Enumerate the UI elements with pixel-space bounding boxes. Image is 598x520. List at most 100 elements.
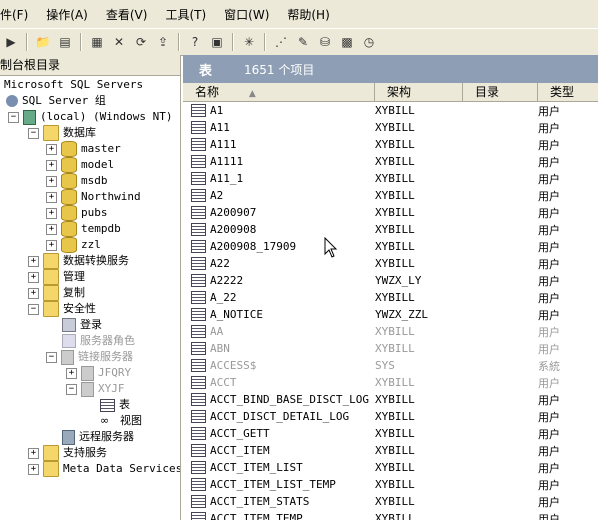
- table-row[interactable]: A200907 XYBILL 用户: [183, 204, 598, 221]
- tree-node-db-master[interactable]: + master: [46, 141, 121, 157]
- table-row[interactable]: A2222 YWZX_LY 用户: [183, 272, 598, 289]
- help-icon[interactable]: ?: [186, 33, 204, 51]
- delete-icon[interactable]: ✕: [110, 33, 128, 51]
- collapse-icon[interactable]: −: [46, 351, 57, 363]
- schema-cell: XYBILL: [375, 478, 415, 491]
- tree-node-db-model[interactable]: + model: [46, 157, 114, 173]
- table-row[interactable]: A111 XYBILL 用户: [183, 136, 598, 153]
- details-title-bar: 表 1651 个项目: [183, 55, 598, 83]
- table-row[interactable]: ACCT_ITEM_STATS XYBILL 用户: [183, 493, 598, 510]
- expand-icon[interactable]: +: [46, 223, 57, 235]
- table-row[interactable]: A11 XYBILL 用户: [183, 119, 598, 136]
- table-row[interactable]: ABN XYBILL 用户: [183, 340, 598, 357]
- server-icon[interactable]: ▩: [338, 33, 356, 51]
- table-row[interactable]: ACCT_DISCT_DETAIL_LOG XYBILL 用户: [183, 408, 598, 425]
- tree-node-db-msdb[interactable]: + msdb: [46, 173, 108, 189]
- menu-file[interactable]: 件(F): [0, 6, 37, 23]
- expand-icon[interactable]: +: [28, 271, 39, 283]
- edit-icon[interactable]: ✎: [294, 33, 312, 51]
- column-header-schema[interactable]: 架构: [375, 83, 463, 101]
- menu-help[interactable]: 帮助(H): [278, 6, 338, 23]
- column-header-name[interactable]: 名称 ▲: [183, 83, 375, 101]
- expand-icon[interactable]: +: [46, 239, 57, 251]
- table-row[interactable]: A200908_17909 XYBILL 用户: [183, 238, 598, 255]
- table-row[interactable]: A_NOTICE YWZX_ZZL 用户: [183, 306, 598, 323]
- tree-node-support-services[interactable]: + 支持服务: [28, 445, 107, 461]
- tree-node-databases[interactable]: − 数据库: [28, 125, 96, 141]
- expand-icon[interactable]: +: [66, 367, 77, 379]
- refresh-icon[interactable]: ⟳: [132, 33, 150, 51]
- table-row[interactable]: ACCT XYBILL 用户: [183, 374, 598, 391]
- tree-node-replication[interactable]: + 复制: [28, 285, 85, 301]
- up-folder-icon[interactable]: 📁: [34, 33, 52, 51]
- table-row[interactable]: ACCT_ITEM_TEMP XYBILL 用户: [183, 510, 598, 520]
- table-row[interactable]: A1 XYBILL 用户: [183, 102, 598, 119]
- table-row[interactable]: A11_1 XYBILL 用户: [183, 170, 598, 187]
- table-row[interactable]: ACCESS$ SYS 系統: [183, 357, 598, 374]
- tree-node-label: 数据库: [63, 126, 96, 139]
- table-row[interactable]: A2 XYBILL 用户: [183, 187, 598, 204]
- tree-node-local-server[interactable]: − (local) (Windows NT): [8, 109, 172, 125]
- table-row[interactable]: ACCT_ITEM XYBILL 用户: [183, 442, 598, 459]
- back-arrow-icon[interactable]: ▶: [2, 33, 20, 51]
- expand-icon[interactable]: +: [28, 463, 39, 475]
- tree-node-db-tempdb[interactable]: + tempdb: [46, 221, 121, 237]
- tree-node-linked-servers[interactable]: − 链接服务器: [46, 349, 133, 365]
- menu-tools[interactable]: 工具(T): [156, 6, 215, 23]
- expand-icon[interactable]: +: [28, 447, 39, 459]
- tree-node-xyjf[interactable]: − XYJF: [66, 381, 125, 397]
- new-icon[interactable]: ✳: [240, 33, 258, 51]
- tree-node-logins[interactable]: 登录: [62, 317, 102, 333]
- expand-icon[interactable]: +: [46, 143, 57, 155]
- schema-cell: XYBILL: [375, 121, 415, 134]
- properties-icon[interactable]: ▦: [88, 33, 106, 51]
- menu-view[interactable]: 查看(V): [97, 6, 157, 23]
- column-header-type[interactable]: 类型: [538, 83, 598, 101]
- table-name-cell: ACCT_ITEM_LIST: [183, 461, 375, 474]
- tree-node-sql-servers[interactable]: Microsoft SQL Servers: [4, 77, 143, 93]
- expand-icon[interactable]: +: [28, 255, 39, 267]
- table-row[interactable]: A1111 XYBILL 用户: [183, 153, 598, 170]
- table-row[interactable]: ACCT_BIND_BASE_DISCT_LOG XYBILL 用户: [183, 391, 598, 408]
- table-row[interactable]: A_22 XYBILL 用户: [183, 289, 598, 306]
- database-icon[interactable]: ⛁: [316, 33, 334, 51]
- tree-node-meta-data-services[interactable]: + Meta Data Services: [28, 461, 180, 477]
- tree-node-tables[interactable]: 表: [100, 397, 130, 413]
- column-header-catalog[interactable]: 目录: [463, 83, 538, 101]
- expand-icon[interactable]: +: [46, 175, 57, 187]
- collapse-icon[interactable]: −: [8, 111, 19, 123]
- table-row[interactable]: AA XYBILL 用户: [183, 323, 598, 340]
- table-row[interactable]: ACCT_ITEM_LIST XYBILL 用户: [183, 459, 598, 476]
- table-row[interactable]: A200908 XYBILL 用户: [183, 221, 598, 238]
- tree-node-views[interactable]: ∞ 视图: [100, 413, 142, 429]
- expand-icon[interactable]: +: [46, 159, 57, 171]
- menu-action[interactable]: 操作(A): [37, 6, 97, 23]
- schedule-icon[interactable]: ◷: [360, 33, 378, 51]
- tree-node-db-northwind[interactable]: + Northwind: [46, 189, 141, 205]
- wizard-icon[interactable]: ⋰: [272, 33, 290, 51]
- database-icon: [61, 205, 77, 221]
- expand-icon[interactable]: +: [28, 287, 39, 299]
- menu-window[interactable]: 窗口(W): [215, 6, 278, 23]
- tree-node-server-group[interactable]: SQL Server 组: [6, 93, 106, 109]
- tree-node-dts[interactable]: + 数据转换服务: [28, 253, 129, 269]
- export-icon[interactable]: ⇪: [154, 33, 172, 51]
- tree-node-server-roles[interactable]: 服务器角色: [62, 333, 135, 349]
- tree-node-jfqry[interactable]: + JFQRY: [66, 365, 131, 381]
- table-row[interactable]: ACCT_GETT XYBILL 用户: [183, 425, 598, 442]
- collapse-icon[interactable]: −: [66, 383, 77, 395]
- collapse-icon[interactable]: −: [28, 127, 39, 139]
- table-row[interactable]: A22 XYBILL 用户: [183, 255, 598, 272]
- console-icon[interactable]: ▣: [208, 33, 226, 51]
- table-row[interactable]: ACCT_ITEM_LIST_TEMP XYBILL 用户: [183, 476, 598, 493]
- tree-node-db-zzl[interactable]: + zzl: [46, 237, 101, 253]
- expand-icon[interactable]: +: [46, 207, 57, 219]
- show-tree-icon[interactable]: ▤: [56, 33, 74, 51]
- tree-node-db-pubs[interactable]: + pubs: [46, 205, 108, 221]
- table-name-cell: ACCESS$: [183, 359, 375, 372]
- expand-icon[interactable]: +: [46, 191, 57, 203]
- tree-node-security[interactable]: − 安全性: [28, 301, 96, 317]
- collapse-icon[interactable]: −: [28, 303, 39, 315]
- tree-node-remote-servers[interactable]: 远程服务器: [62, 429, 134, 445]
- tree-node-management[interactable]: + 管理: [28, 269, 85, 285]
